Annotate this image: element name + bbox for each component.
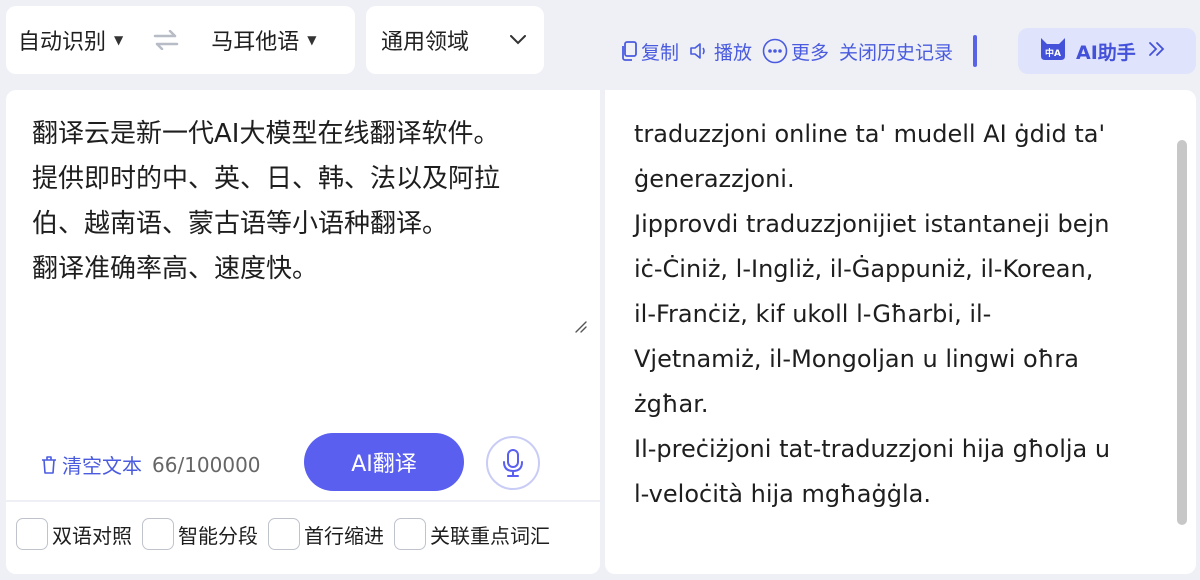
- microphone-icon: [503, 449, 523, 477]
- checkbox[interactable]: [268, 518, 300, 550]
- translation-toolbar: 复制 播放 更多 关闭历史记录: [620, 30, 985, 72]
- ai-translate-button[interactable]: AI翻译: [304, 433, 464, 491]
- key-vocabulary-option[interactable]: 关联重点词汇: [394, 518, 550, 550]
- option-label: 智能分段: [178, 523, 258, 548]
- more-label: 更多: [791, 41, 830, 64]
- domain-label: 通用领域: [381, 30, 470, 55]
- options-row: 双语对照 智能分段 首行缩进 关联重点词汇: [6, 500, 600, 574]
- copy-label: 复制: [641, 41, 680, 64]
- resize-handle-icon[interactable]: [572, 318, 588, 338]
- ai-assistant-label: AI助手: [1076, 41, 1136, 64]
- chevron-down-icon: [510, 35, 526, 45]
- copy-icon: [622, 41, 637, 61]
- trash-icon: [42, 455, 56, 474]
- character-count: 66/100000: [152, 452, 261, 477]
- target-language-select[interactable]: 马耳他语 ▼: [211, 24, 316, 56]
- option-label: 关联重点词汇: [430, 523, 550, 548]
- play-label: 播放: [714, 41, 753, 64]
- target-language-label: 马耳他语: [211, 30, 300, 55]
- more-icon: [762, 38, 788, 64]
- language-bar: 自动识别 ▼ 马耳他语 ▼: [6, 6, 355, 74]
- source-language-label: 自动识别: [18, 30, 107, 55]
- bilingual-option[interactable]: 双语对照: [16, 518, 132, 550]
- domain-select[interactable]: 通用领域: [366, 6, 544, 74]
- speaker-icon: [690, 43, 705, 59]
- source-language-select[interactable]: 自动识别 ▼: [18, 24, 123, 56]
- translation-output: traduzzjoni online ta' mudell AI ġdid ta…: [634, 120, 1111, 508]
- swap-languages-icon[interactable]: [153, 30, 179, 50]
- play-button[interactable]: 播放: [689, 38, 752, 65]
- ai-bot-icon: 中A: [1038, 36, 1068, 67]
- smart-segment-option[interactable]: 智能分段: [142, 518, 258, 550]
- more-button[interactable]: 更多: [762, 38, 829, 65]
- ai-assistant-button[interactable]: 中A AI助手: [1018, 28, 1196, 74]
- option-label: 首行缩进: [304, 523, 384, 548]
- checkbox[interactable]: [16, 518, 48, 550]
- option-label: 双语对照: [52, 523, 132, 548]
- checkbox[interactable]: [394, 518, 426, 550]
- ai-translate-label: AI翻译: [351, 452, 417, 477]
- clear-row: 清空文本 66/100000: [40, 450, 261, 479]
- caret-down-icon: ▼: [307, 33, 317, 47]
- caret-down-icon: ▼: [114, 33, 124, 47]
- clear-text-label: 清空文本: [62, 454, 142, 478]
- source-text-input[interactable]: 翻译云是新一代AI大模型在线翻译软件。 提供即时的中、英、日、韩、法以及阿拉 伯…: [32, 112, 572, 292]
- toolbar-divider: [973, 35, 978, 67]
- double-chevron-right-icon: [1148, 40, 1166, 62]
- close-history-button[interactable]: 关闭历史记录: [839, 38, 953, 65]
- close-history-label: 关闭历史记录: [839, 41, 954, 64]
- ai-bot-badge: 中A: [1045, 47, 1061, 59]
- copy-button[interactable]: 复制: [620, 38, 679, 65]
- clear-text-button[interactable]: 清空文本: [40, 450, 142, 479]
- microphone-button[interactable]: [486, 436, 540, 490]
- checkbox[interactable]: [142, 518, 174, 550]
- first-line-indent-option[interactable]: 首行缩进: [268, 518, 384, 550]
- scrollbar[interactable]: [1177, 140, 1187, 525]
